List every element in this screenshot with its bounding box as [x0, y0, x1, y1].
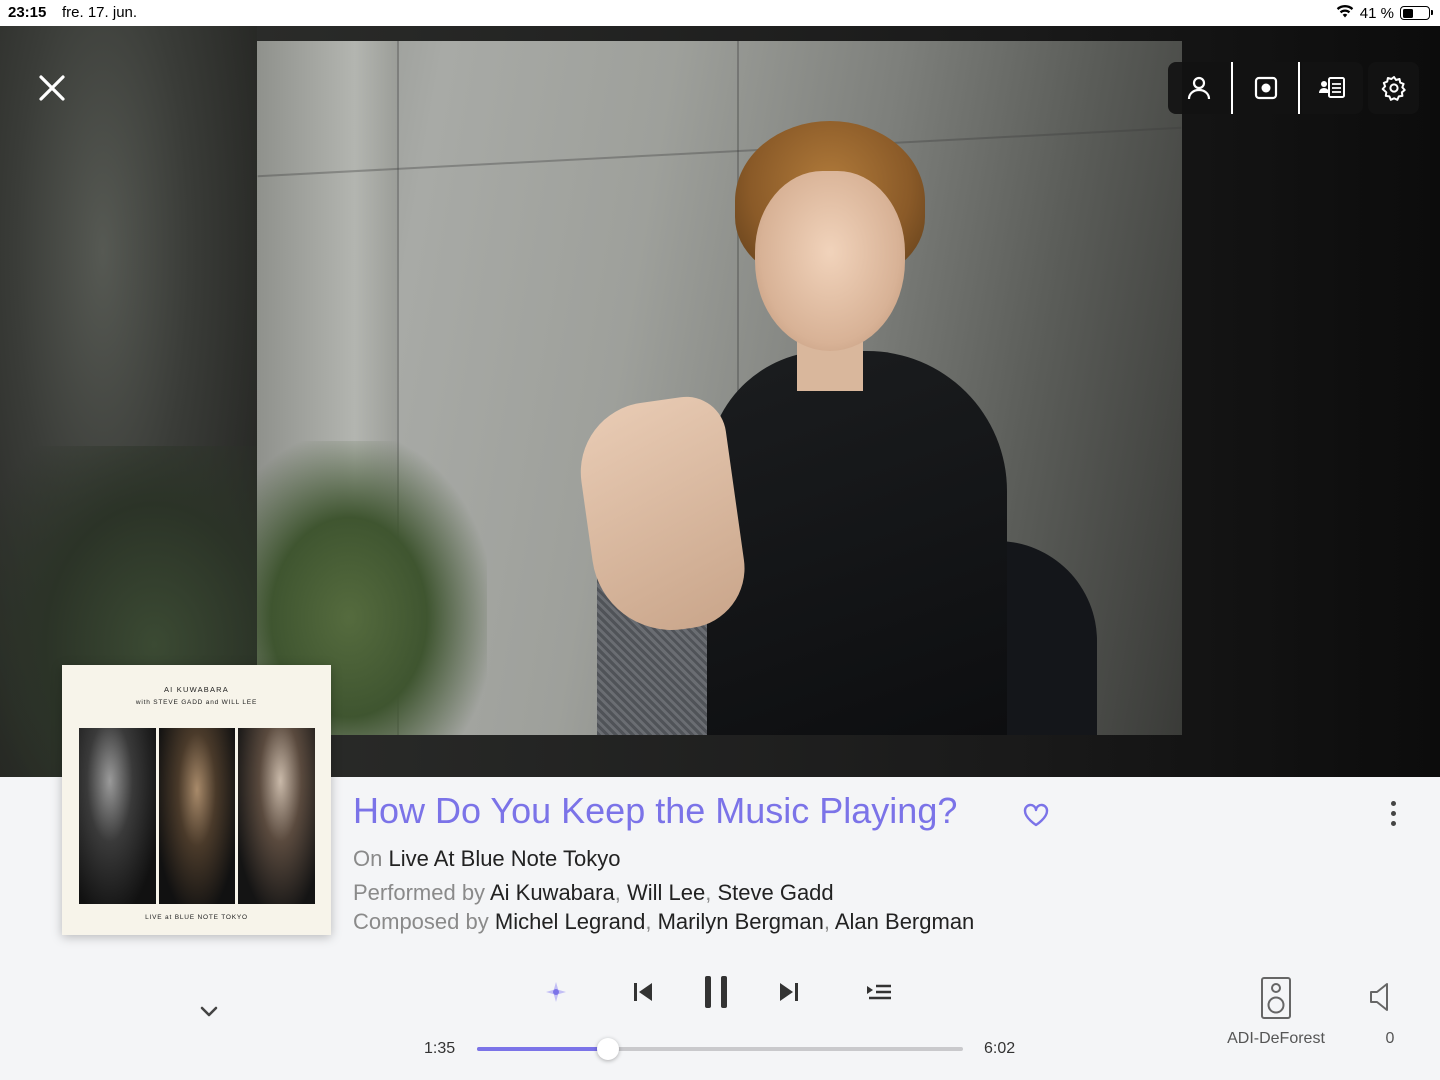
progress-knob[interactable]	[597, 1038, 620, 1060]
view-toolbar	[1168, 62, 1363, 114]
separator: ,	[614, 880, 621, 905]
total-time: 6:02	[984, 1040, 1016, 1057]
queue-icon	[867, 984, 891, 1000]
skip-next-icon	[780, 983, 798, 1001]
cover-panel	[158, 728, 236, 904]
figure-face	[755, 171, 905, 351]
figure-top	[707, 351, 1007, 735]
cover-with-artist-1: STEVE GADD	[153, 699, 204, 706]
cover-panel	[238, 728, 316, 904]
more-dot	[1390, 810, 1396, 816]
performer-link[interactable]: Will Lee	[627, 880, 705, 905]
status-right: 41 %	[1336, 4, 1433, 22]
close-icon	[39, 75, 65, 101]
favorite-button[interactable]	[1022, 802, 1050, 828]
composed-line: Composed by Michel Legrand, Marilyn Berg…	[353, 909, 974, 935]
toolbar-divider	[1298, 62, 1300, 114]
zone-name[interactable]: ADI-DeForest	[1206, 1030, 1346, 1048]
album-line: On Live At Blue Note Tokyo	[353, 846, 620, 872]
battery-text: 41 %	[1359, 4, 1394, 22]
performer-link[interactable]: Ai Kuwabara	[490, 880, 615, 905]
credits-view-button[interactable]	[1302, 62, 1363, 114]
queue-button[interactable]	[864, 972, 894, 1012]
cover-with-prefix: with	[135, 699, 151, 706]
previous-button[interactable]	[628, 972, 658, 1012]
volume-button[interactable]	[1368, 982, 1396, 1012]
toolbar-divider	[1231, 62, 1233, 114]
heart-icon	[1023, 803, 1049, 827]
composer-link[interactable]: Alan Bergman	[835, 909, 974, 934]
track-title[interactable]: How Do You Keep the Music Playing?	[353, 790, 957, 832]
cover-footer-live: LIVE	[145, 914, 163, 921]
cover-footer-at: at	[165, 914, 173, 921]
volume-level: 0	[1385, 1030, 1395, 1047]
gear-icon	[1381, 76, 1406, 101]
album-cover[interactable]: AI KUWABARA with STEVE GADD and WILL LEE…	[62, 665, 331, 935]
volume-icon	[1370, 983, 1388, 1011]
credits-icon	[1318, 77, 1345, 98]
cover-panel	[79, 728, 156, 904]
wifi-icon	[1336, 4, 1354, 22]
current-time: 1:35	[424, 1040, 456, 1057]
composer-link[interactable]: Michel Legrand	[495, 909, 645, 934]
performed-label: Performed by	[353, 880, 486, 905]
more-options-button[interactable]	[1381, 797, 1405, 829]
on-label: On	[353, 846, 383, 871]
cover-artist: AI KUWABARA	[163, 685, 229, 694]
status-date: fre. 17. jun.	[62, 4, 138, 21]
status-bar: 23:15 fre. 17. jun. 41 %	[0, 0, 1440, 26]
radio-sparkle-icon	[546, 982, 566, 1002]
composed-label: Composed by	[353, 909, 489, 934]
more-vertical-icon	[1390, 800, 1396, 806]
collapse-button[interactable]	[196, 1000, 222, 1022]
pause-button[interactable]	[698, 972, 734, 1012]
artist-view-button[interactable]	[1168, 62, 1229, 114]
progress-fill	[477, 1047, 609, 1051]
zone-button[interactable]	[1258, 976, 1294, 1020]
performer-link[interactable]: Steve Gadd	[717, 880, 833, 905]
settings-button[interactable]	[1368, 62, 1419, 114]
next-button[interactable]	[774, 972, 804, 1012]
close-button[interactable]	[32, 68, 72, 108]
separator: ,	[705, 880, 712, 905]
composer-link[interactable]: Marilyn Bergman	[658, 909, 824, 934]
battery-fill	[1402, 8, 1413, 18]
cover-footer-venue: BLUE NOTE TOKYO	[174, 914, 248, 921]
album-link[interactable]: Live At Blue Note Tokyo	[388, 846, 620, 871]
cover-with-line: with STEVE GADD and WILL LEE	[62, 699, 331, 706]
cover-photo-panels	[79, 728, 316, 904]
status-time: 23:15	[8, 4, 47, 21]
album-view-button[interactable]	[1235, 62, 1296, 114]
speaker-icon	[1261, 977, 1291, 1019]
battery-icon	[1400, 6, 1433, 20]
separator: ,	[645, 909, 652, 934]
pause-icon	[705, 976, 727, 1008]
separator: ,	[823, 909, 830, 934]
cover-with-artist-2: WILL LEE	[221, 699, 258, 706]
cover-with-and: and	[205, 699, 220, 706]
artist-photo	[257, 41, 1182, 735]
performed-line: Performed by Ai Kuwabara, Will Lee, Stev…	[353, 880, 834, 906]
cover-footer: LIVE at BLUE NOTE TOKYO	[62, 914, 331, 921]
chevron-down-icon	[200, 1006, 218, 1017]
person-icon	[1187, 76, 1210, 100]
album-icon	[1254, 76, 1277, 100]
more-dot	[1390, 820, 1396, 826]
progress-slider[interactable]	[477, 1038, 963, 1060]
radio-button[interactable]	[540, 972, 572, 1012]
skip-previous-icon	[634, 983, 652, 1001]
